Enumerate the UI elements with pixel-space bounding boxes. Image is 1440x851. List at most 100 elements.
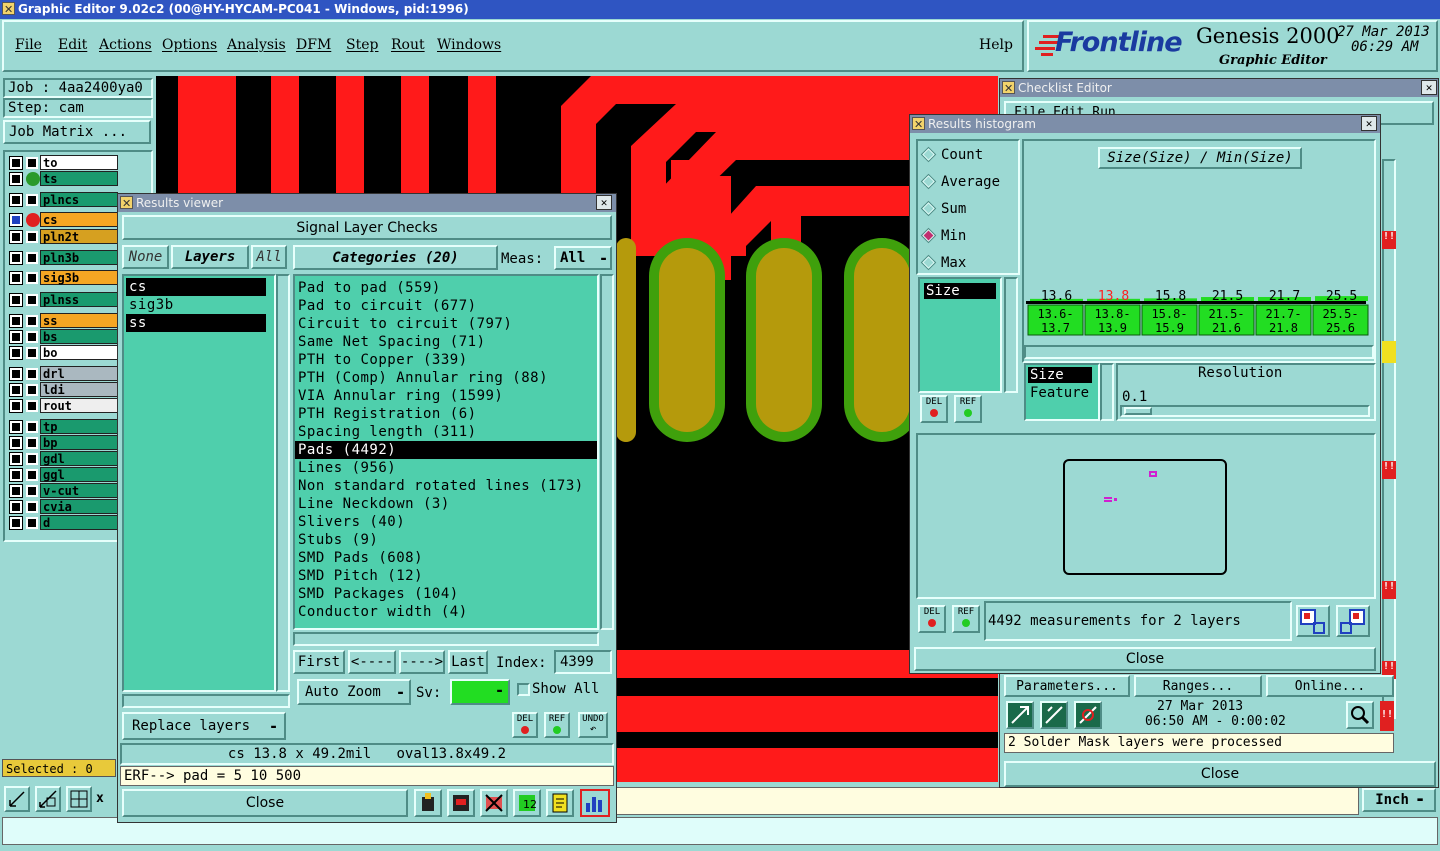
first-button[interactable]: First — [293, 650, 345, 674]
histogram-close-icon[interactable]: ✕ — [1361, 116, 1377, 131]
online-button[interactable]: Online... — [1266, 675, 1394, 697]
layer-name[interactable]: cvia — [40, 499, 118, 514]
layer-work-checkbox[interactable] — [26, 384, 38, 396]
layer-work-checkbox[interactable] — [26, 231, 38, 243]
grid-icon[interactable] — [66, 786, 92, 812]
mode-radio-count[interactable]: Count — [920, 146, 983, 167]
layer-checkbox[interactable] — [9, 156, 23, 170]
category-item[interactable]: Pads (4492) — [295, 441, 597, 459]
category-item[interactable]: SMD Packages (104) — [295, 585, 597, 603]
category-item[interactable]: PTH to Copper (339) — [295, 351, 597, 369]
menu-options[interactable]: Options — [162, 37, 217, 53]
layer-checkbox[interactable] — [9, 383, 23, 397]
job-matrix-button[interactable]: Job Matrix ... — [3, 120, 151, 144]
attribute-item-feature[interactable]: Feature — [1030, 385, 1089, 401]
layer-name[interactable]: tp — [40, 419, 118, 434]
layer-work-checkbox[interactable] — [26, 517, 38, 529]
category-item[interactable]: Non standard rotated lines (173) — [295, 477, 597, 495]
layer-row[interactable]: d — [6, 515, 118, 531]
units-dropdown[interactable]: Inch ▬ — [1362, 788, 1436, 812]
menu-dfm[interactable]: DFM — [296, 37, 331, 53]
resolution-slider-thumb[interactable] — [1124, 407, 1152, 415]
menu-step[interactable]: Step — [346, 37, 378, 53]
layer-row[interactable]: pln3b — [6, 250, 118, 266]
histogram-hscrollbar[interactable] — [1024, 345, 1374, 359]
layer-row[interactable]: drl — [6, 366, 118, 382]
ref-delete-icon[interactable] — [480, 789, 508, 817]
undo-button[interactable]: UNDO ↶ — [578, 712, 608, 738]
layer-row[interactable]: cvia — [6, 499, 118, 515]
mode-radio-sum[interactable]: Sum — [920, 200, 966, 221]
layer-list-scrollbar[interactable] — [276, 274, 290, 692]
zoom-back-icon[interactable] — [1336, 605, 1370, 637]
category-item[interactable]: SMD Pads (608) — [295, 549, 597, 567]
layer-name[interactable]: ss — [40, 313, 118, 328]
layer-checkbox[interactable] — [9, 293, 23, 307]
category-item[interactable]: Same Net Spacing (71) — [295, 333, 597, 351]
mode-radio-max[interactable]: Max — [920, 254, 966, 275]
layer-work-checkbox[interactable] — [26, 485, 38, 497]
notes-icon[interactable] — [546, 789, 574, 817]
layer-checkbox[interactable] — [9, 271, 23, 285]
layer-work-checkbox[interactable] — [26, 315, 38, 327]
layer-name[interactable]: sig3b — [40, 270, 118, 285]
run-selected-icon[interactable] — [1040, 701, 1068, 729]
layer-row[interactable]: cs — [6, 212, 118, 228]
category-item[interactable]: Pad to circuit (677) — [295, 297, 597, 315]
number-icon[interactable]: 12 — [513, 789, 541, 817]
layer-row[interactable]: plnss — [6, 292, 118, 308]
layer-checkbox[interactable] — [9, 230, 23, 244]
layer-work-checkbox[interactable] — [26, 400, 38, 412]
layer-name[interactable]: gdl — [40, 451, 118, 466]
last-button[interactable]: Last — [448, 650, 488, 674]
attribute-item-size[interactable]: Size — [1028, 367, 1092, 383]
categories-hscrollbar[interactable] — [293, 632, 599, 646]
category-item[interactable]: Circuit to circuit (797) — [295, 315, 597, 333]
export-icon[interactable] — [414, 789, 442, 817]
layer-checkbox[interactable] — [9, 213, 23, 227]
layer-row[interactable]: bs — [6, 329, 118, 345]
report-icon[interactable] — [447, 789, 475, 817]
layer-work-checkbox[interactable] — [26, 272, 38, 284]
zoom-icon[interactable] — [1346, 701, 1374, 729]
layer-checkbox[interactable] — [9, 420, 23, 434]
checklist-close-button[interactable]: Close — [1004, 761, 1436, 787]
preview-del-button[interactable]: DEL — [918, 605, 946, 633]
category-item[interactable]: VIA Annular ring (1599) — [295, 387, 597, 405]
category-item[interactable]: Lines (956) — [295, 459, 597, 477]
results-layer-item[interactable]: sig3b — [126, 296, 266, 314]
layer-name[interactable]: to — [40, 155, 118, 170]
layer-work-checkbox[interactable] — [26, 469, 38, 481]
type-item-size[interactable]: Size — [924, 283, 996, 299]
layer-checkbox[interactable] — [9, 314, 23, 328]
category-item[interactable]: PTH (Comp) Annular ring (88) — [295, 369, 597, 387]
layer-list-hscrollbar[interactable] — [122, 694, 290, 708]
hist-del-button[interactable]: DEL — [920, 395, 948, 423]
layer-row[interactable]: sig3b — [6, 270, 118, 286]
categories-scrollbar[interactable] — [600, 274, 614, 630]
mode-radio-min[interactable]: Min — [920, 227, 966, 248]
layer-row[interactable]: ts — [6, 171, 118, 187]
layer-name[interactable]: drl — [40, 366, 118, 381]
layer-work-checkbox[interactable] — [26, 157, 38, 169]
layer-checkbox[interactable] — [9, 330, 23, 344]
all-layers-button[interactable]: All — [251, 245, 287, 269]
layer-checkbox[interactable] — [9, 399, 23, 413]
auto-zoom-dropdown[interactable]: Auto Zoom ▬ — [297, 679, 411, 705]
results-layer-item[interactable]: ss — [126, 314, 266, 332]
layer-work-checkbox[interactable] — [26, 194, 38, 206]
layer-checkbox[interactable] — [9, 484, 23, 498]
results-layer-item[interactable]: cs — [126, 278, 266, 296]
type-list-scrollbar[interactable] — [1004, 277, 1018, 393]
layer-row[interactable]: v-cut — [6, 483, 118, 499]
hist-ref-button[interactable]: REF — [954, 395, 982, 423]
category-item[interactable]: Stubs (9) — [295, 531, 597, 549]
layer-name[interactable]: bs — [40, 329, 118, 344]
menu-file[interactable]: File — [15, 37, 42, 53]
layer-checkbox[interactable] — [9, 367, 23, 381]
layer-row[interactable]: plncs — [6, 192, 118, 208]
run-stop-icon[interactable] — [1074, 701, 1102, 729]
sv-color-dropdown[interactable]: ▬ — [450, 679, 510, 705]
run-icon[interactable] — [1006, 701, 1034, 729]
none-button[interactable]: None — [122, 245, 169, 269]
